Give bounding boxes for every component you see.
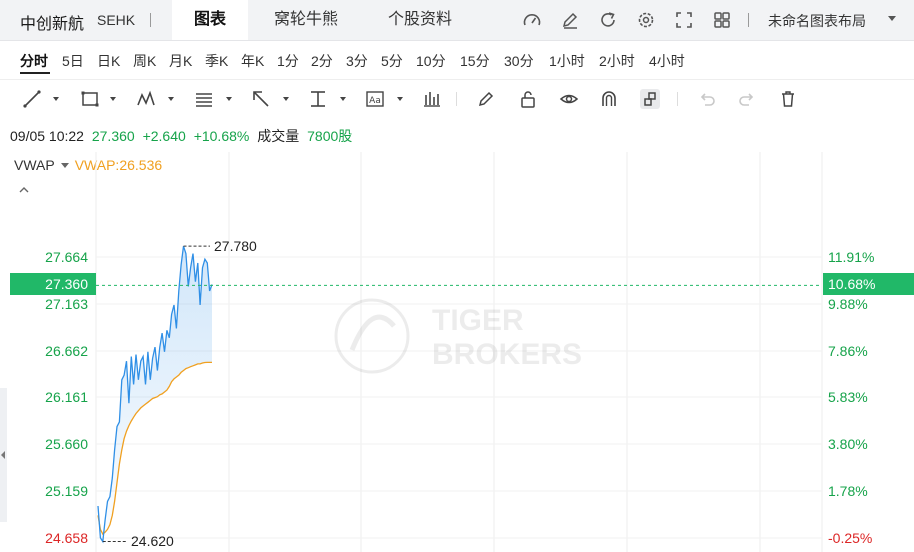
y-axis-right-tick: -0.25% (828, 530, 873, 546)
watermark: TIGER BROKERS (334, 298, 582, 374)
current-pct-tag: 10.68% (823, 273, 914, 295)
y-axis-left-tick: 26.161 (45, 389, 88, 405)
chevron-left-icon[interactable] (1, 451, 5, 459)
y-axis-left-tick: 25.660 (45, 436, 88, 452)
y-axis-left-tick: 27.163 (45, 296, 88, 312)
current-price-tag: 27.360 (10, 273, 96, 295)
y-axis-right-tick: 11.91% (828, 249, 875, 265)
y-axis-right-tick: 1.78% (828, 483, 868, 499)
high-price-label: 27.780 (214, 238, 257, 254)
y-axis-left-tick: 27.664 (45, 249, 88, 265)
y-axis-left-tick: 25.159 (45, 483, 88, 499)
y-axis-right-tick: 7.86% (828, 343, 868, 359)
y-axis-left-tick: 26.662 (45, 343, 88, 359)
y-axis-right-tick: 3.80% (828, 436, 868, 452)
y-axis-left-tick: 24.658 (45, 530, 88, 546)
svg-text:TIGER: TIGER (432, 304, 524, 337)
low-price-label: 24.620 (131, 533, 174, 549)
svg-text:BROKERS: BROKERS (432, 338, 582, 371)
y-axis-right-tick: 5.83% (828, 389, 868, 405)
y-axis-right-tick: 9.88% (828, 296, 868, 312)
price-chart[interactable]: TIGER BROKERS (0, 0, 914, 552)
